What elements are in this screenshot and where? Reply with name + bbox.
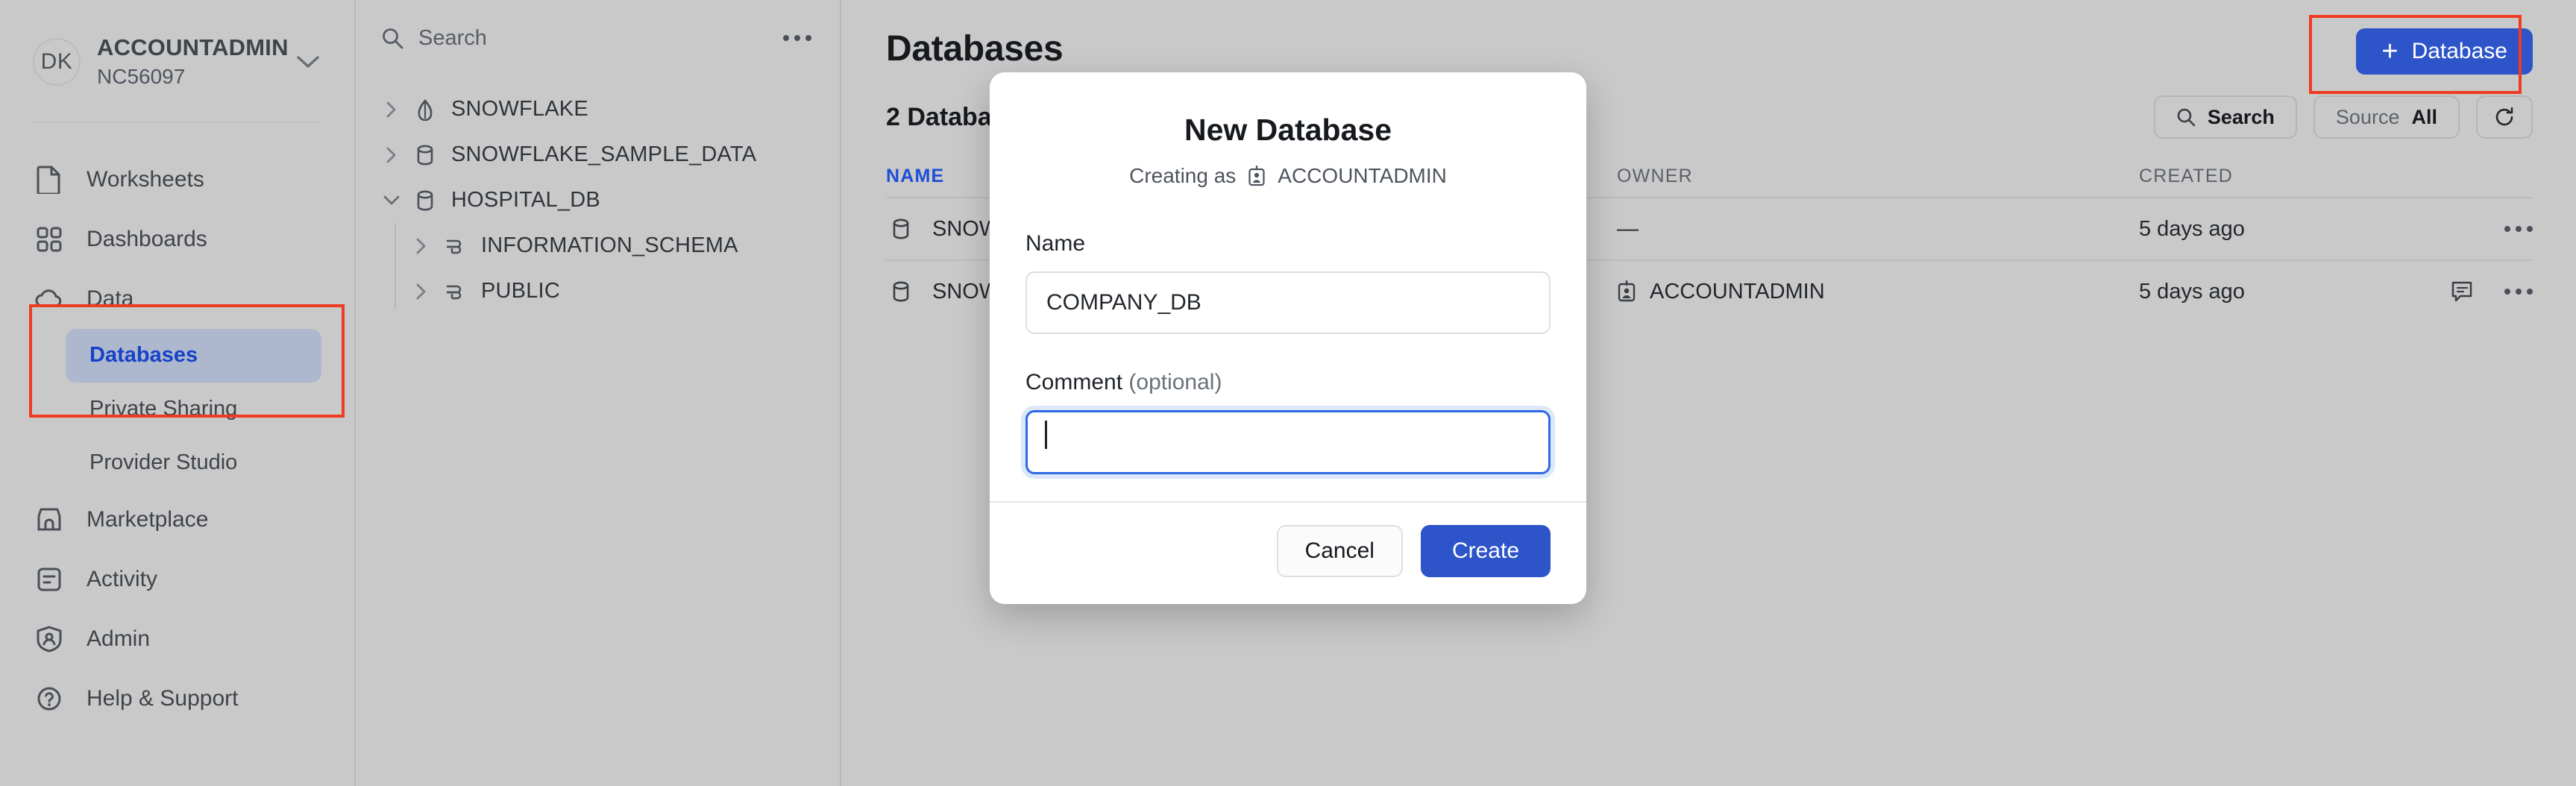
creating-as-label: Creating as — [1129, 164, 1236, 188]
app-root: DK ACCOUNTADMIN NC56097 Worksheets — [0, 0, 2576, 786]
text-caret — [1045, 421, 1047, 449]
dialog-subtitle: Creating as ACCOUNTADMIN — [990, 164, 1586, 188]
comment-input-wrapper — [1025, 395, 1551, 474]
role-badge-icon — [1245, 164, 1269, 188]
database-name-input[interactable] — [1025, 271, 1551, 334]
comment-field-label: Comment (optional) — [1025, 370, 1551, 395]
name-field-label: Name — [1025, 231, 1551, 257]
new-database-dialog: New Database Creating as ACCOUNTADMIN Na… — [990, 72, 1586, 604]
modal-layer: New Database Creating as ACCOUNTADMIN Na… — [0, 0, 2576, 786]
comment-optional-text: (optional) — [1128, 370, 1222, 394]
field-spacer — [1025, 334, 1551, 370]
dialog-footer: Cancel Create — [990, 501, 1586, 604]
comment-label-text: Comment — [1025, 370, 1122, 394]
create-button[interactable]: Create — [1421, 525, 1551, 577]
creating-as-role: ACCOUNTADMIN — [1278, 164, 1447, 188]
dialog-title: New Database — [990, 113, 1586, 148]
database-comment-input[interactable] — [1025, 410, 1551, 474]
dialog-body: Name Comment (optional) — [990, 188, 1586, 501]
cancel-button[interactable]: Cancel — [1277, 525, 1403, 577]
dialog-header: New Database Creating as ACCOUNTADMIN — [990, 72, 1586, 188]
